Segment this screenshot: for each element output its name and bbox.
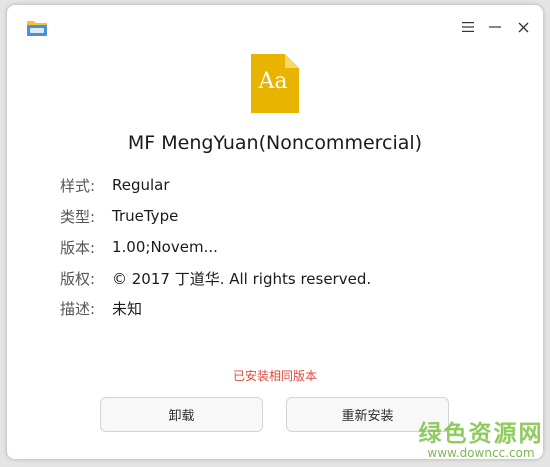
install-status-message: 已安装相同版本 bbox=[232, 369, 317, 383]
font-file-icon: Aa bbox=[249, 53, 301, 115]
version-label: 版本: bbox=[60, 238, 96, 257]
description-label: 描述: bbox=[60, 299, 96, 318]
hamburger-menu-icon[interactable] bbox=[457, 16, 479, 38]
version-value: 1.00;Novem... bbox=[112, 238, 218, 256]
minimize-icon[interactable] bbox=[484, 16, 506, 38]
info-row-style: 样式: Regular bbox=[60, 174, 170, 196]
copyright-value: © 2017 丁道华. All rights reserved. bbox=[112, 269, 372, 288]
font-installer-window: Aa MF MengYuan(Noncommercial) 样式: Regula… bbox=[7, 5, 543, 459]
uninstall-button[interactable]: 卸载 bbox=[100, 397, 263, 432]
info-row-description: 描述: 未知 bbox=[60, 297, 142, 319]
font-name: MF MengYuan(Noncommercial) bbox=[127, 132, 423, 154]
copyright-label: 版权: bbox=[60, 269, 96, 288]
type-value: TrueType bbox=[112, 207, 179, 225]
style-label: 样式: bbox=[60, 176, 96, 195]
info-row-type: 类型: TrueType bbox=[60, 205, 178, 227]
font-installer-icon bbox=[25, 16, 49, 38]
info-row-copyright: 版权: © 2017 丁道华. All rights reserved. bbox=[60, 267, 371, 289]
close-icon[interactable] bbox=[512, 16, 534, 38]
info-row-version: 版本: 1.00;Novem... bbox=[60, 236, 218, 258]
font-icon-glyph: Aa bbox=[258, 69, 288, 94]
type-label: 类型: bbox=[60, 207, 96, 226]
watermark-url: www.downcc.com bbox=[427, 446, 535, 459]
style-value: Regular bbox=[112, 176, 170, 194]
description-value: 未知 bbox=[112, 299, 143, 318]
reinstall-button[interactable]: 重新安装 bbox=[286, 397, 449, 432]
